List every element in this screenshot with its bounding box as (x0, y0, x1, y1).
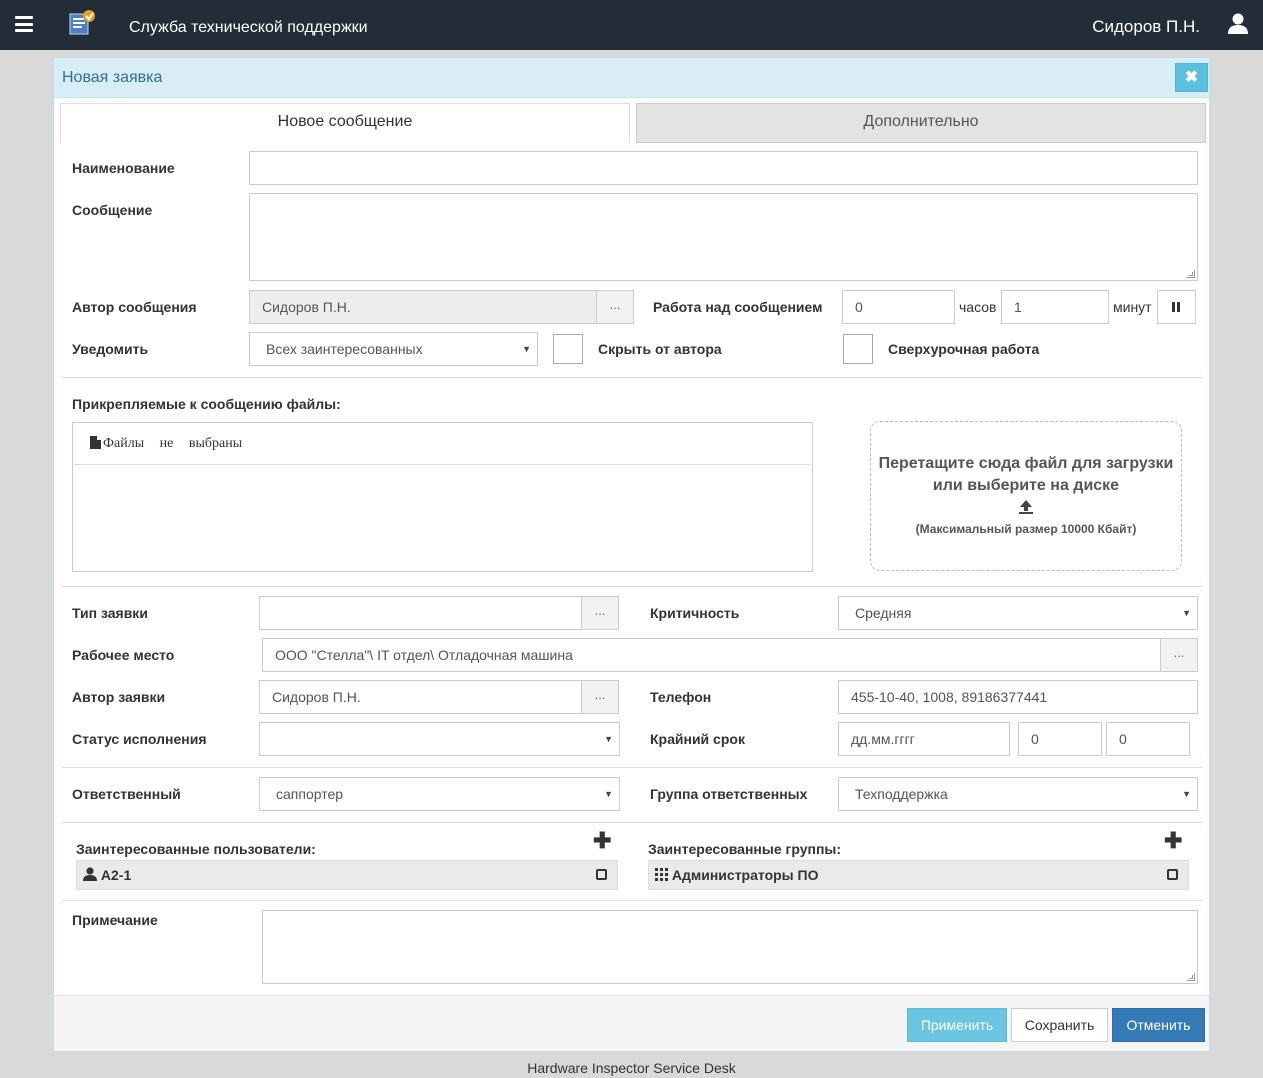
app-title: Служба технической поддержки (129, 19, 368, 36)
interested-groups-label: Заинтересованные группы: (648, 841, 842, 857)
modal-header: Новая заявка ✖ (54, 58, 1209, 98)
message-textarea[interactable] (249, 193, 1198, 281)
new-request-modal: Новая заявка ✖ Новое сообщение Дополните… (53, 57, 1210, 1052)
tab-additional[interactable]: Дополнительно (636, 103, 1206, 143)
message-author-label: Автор сообщения (72, 299, 197, 315)
request-type-input[interactable] (259, 596, 582, 630)
status-label: Статус исполнения (72, 731, 207, 747)
workplace-input[interactable]: ООО "Стелла"\ IT отдел\ Отладочная машин… (262, 638, 1161, 672)
file-icon (90, 436, 101, 449)
request-type-label: Тип заявки (72, 605, 148, 621)
file-list: Файлы не выбраны (72, 422, 813, 572)
workplace-select-button[interactable]: ... (1160, 638, 1198, 672)
caret-down-icon: ▼ (522, 344, 531, 354)
responsible-group-label: Группа ответственных (650, 786, 808, 802)
divider (62, 822, 1203, 823)
modal-title: Новая заявка (62, 69, 163, 86)
caret-down-icon: ▼ (1182, 608, 1191, 618)
message-author-select-button[interactable]: ... (596, 290, 634, 324)
interested-user-name: А2-1 (100, 867, 132, 883)
grid-icon (655, 868, 668, 881)
pause-icon (1172, 302, 1180, 312)
interested-group-item: Администраторы ПО (648, 860, 1189, 890)
drop-text-line2: или выберите на диске (932, 477, 1120, 494)
notify-select-value: Всех заинтересованных (266, 341, 423, 357)
work-label: Работа над сообщением (653, 299, 823, 315)
page-footer: Hardware Inspector Service Desk (527, 1060, 736, 1076)
save-button[interactable]: Сохранить (1011, 1008, 1108, 1042)
caret-down-icon: ▼ (604, 789, 613, 799)
deadline-date-input[interactable]: дд.мм.гггг (838, 722, 1010, 756)
minutes-unit: минут (1113, 299, 1152, 315)
note-label: Примечание (72, 912, 158, 928)
add-group-icon[interactable]: ✚ (1164, 830, 1182, 852)
deadline-hours-input[interactable]: 0 (1018, 722, 1102, 756)
tab-new-message[interactable]: Новое сообщение (60, 103, 630, 143)
workplace-label: Рабочее место (72, 647, 175, 663)
user-name[interactable]: Сидоров П.Н. (1092, 17, 1200, 37)
notify-select[interactable]: Всех заинтересованных ▼ (249, 332, 538, 366)
caret-down-icon: ▼ (1182, 789, 1191, 799)
work-hours-input[interactable]: 0 (842, 290, 955, 324)
deadline-minutes-input[interactable]: 0 (1106, 722, 1190, 756)
top-navbar: Служба технической поддержки Сидоров П.Н… (0, 0, 1263, 50)
responsible-value: саппортер (276, 786, 344, 802)
name-label: Наименование (72, 160, 175, 176)
status-select[interactable]: ▼ (259, 722, 620, 756)
user-icon[interactable] (1228, 13, 1248, 35)
apply-button[interactable]: Применить (907, 1008, 1007, 1042)
pause-button[interactable] (1157, 290, 1196, 324)
upload-icon (871, 499, 1181, 518)
interested-user-item: А2-1 (76, 860, 618, 890)
menu-icon[interactable] (15, 16, 33, 32)
drop-max-size: (Максимальный размер 10000 Кбайт) (915, 522, 1137, 536)
user-icon (83, 867, 97, 881)
note-textarea[interactable] (262, 910, 1198, 984)
drop-text-line1: Перетащите сюда файл для загрузки (878, 455, 1174, 472)
overtime-checkbox[interactable] (843, 334, 873, 364)
files-empty-text: Файлы не выбраны (103, 436, 243, 451)
remove-user-icon[interactable] (596, 869, 607, 880)
file-list-empty: Файлы не выбраны (74, 424, 811, 465)
overtime-label: Сверхурочная работа (888, 341, 1040, 357)
deadline-label: Крайний срок (650, 731, 745, 747)
times-icon: ✖ (1184, 69, 1199, 86)
request-author-label: Автор заявки (72, 689, 166, 705)
request-type-select-button[interactable]: ... (581, 596, 619, 630)
work-minutes-input[interactable]: 1 (1001, 290, 1109, 324)
divider (62, 767, 1203, 768)
phone-label: Телефон (650, 689, 712, 705)
request-author-select-button[interactable]: ... (581, 680, 619, 714)
file-drop-zone[interactable]: Перетащите сюда файл для загрузки или выб… (870, 421, 1182, 571)
hours-unit: часов (959, 299, 997, 315)
responsible-group-select[interactable]: Техподдержка ▼ (838, 777, 1198, 811)
request-author-input[interactable]: Сидоров П.Н. (259, 680, 582, 714)
divider (62, 900, 1203, 901)
criticality-label: Критичность (650, 605, 740, 621)
hide-from-author-label: Скрыть от автора (598, 341, 722, 357)
files-label: Прикрепляемые к сообщению файлы: (72, 396, 341, 412)
responsible-label: Ответственный (72, 786, 181, 802)
add-user-icon[interactable]: ✚ (593, 830, 611, 852)
message-label: Сообщение (72, 202, 153, 218)
name-input[interactable] (249, 151, 1198, 185)
close-button[interactable]: ✖ (1175, 63, 1208, 92)
criticality-value: Средняя (855, 605, 912, 621)
responsible-group-value: Техподдержка (855, 786, 948, 802)
interested-group-name: Администраторы ПО (671, 867, 819, 883)
divider (62, 377, 1203, 378)
criticality-select[interactable]: Средняя ▼ (838, 596, 1198, 630)
remove-group-icon[interactable] (1167, 869, 1178, 880)
message-author-input[interactable]: Сидоров П.Н. (249, 290, 597, 324)
divider (62, 586, 1203, 587)
notify-label: Уведомить (72, 341, 149, 357)
hide-from-author-checkbox[interactable] (553, 334, 583, 364)
caret-down-icon: ▼ (604, 734, 613, 744)
responsible-select[interactable]: саппортер ▼ (259, 777, 620, 811)
phone-input[interactable]: 455-10-40, 1008, 89186377441 (838, 680, 1198, 714)
interested-users-label: Заинтересованные пользователи: (76, 841, 316, 857)
app-logo-icon (68, 8, 96, 38)
cancel-button[interactable]: Отменить (1112, 1008, 1205, 1042)
